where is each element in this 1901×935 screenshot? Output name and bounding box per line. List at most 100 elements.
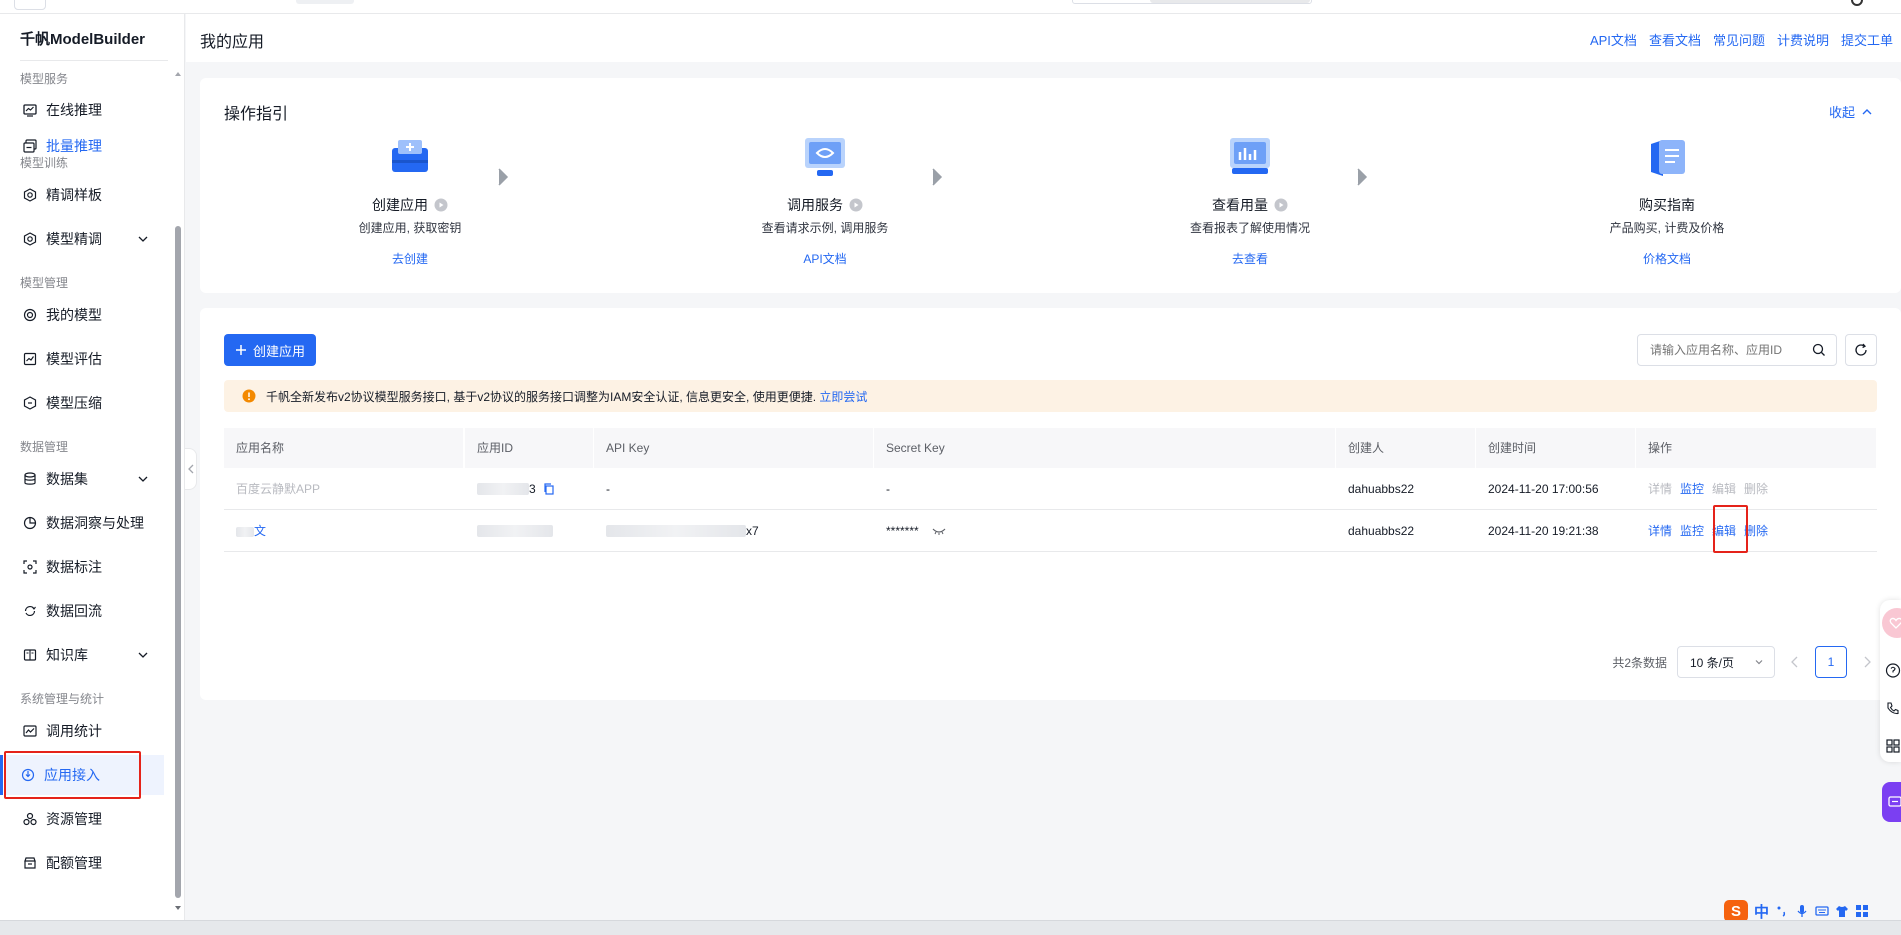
notice-text: 千帆全新发布v2协议模型服务接口, 基于v2协议的服务接口调整为IAM安全认证,… — [266, 389, 817, 404]
sidebar-item-label: 数据标注 — [46, 559, 102, 575]
compress-icon — [22, 395, 38, 411]
eye-closed-icon[interactable] — [932, 526, 946, 536]
api-doc-step-link[interactable]: API文档 — [705, 250, 945, 267]
sidebar-scrollbar[interactable] — [175, 226, 181, 898]
sidebar-item-resource-mgmt[interactable]: 资源管理 — [6, 799, 164, 839]
nav-group-data: 数据管理 — [20, 440, 69, 454]
chat-button[interactable] — [1882, 782, 1901, 822]
sidebar-item-my-models[interactable]: 我的模型 — [6, 295, 164, 335]
user-icon[interactable] — [1851, 0, 1863, 6]
batch-icon — [22, 138, 38, 154]
collapse-button[interactable]: 收起 — [1829, 102, 1873, 121]
pagination: 共2条数据 10 条/页 1 — [1612, 646, 1877, 678]
chevron-left-icon — [187, 464, 193, 474]
page-number-button[interactable]: 1 — [1815, 646, 1847, 678]
step-desc: 查看报表了解使用情况 — [1189, 221, 1310, 235]
shirt-icon[interactable] — [1835, 904, 1849, 918]
play-icon[interactable] — [434, 198, 448, 212]
monitor-button[interactable]: 监控 — [1680, 522, 1704, 539]
grid-icon[interactable] — [1884, 738, 1901, 755]
sidebar-item-model-finetune[interactable]: 模型精调 — [6, 219, 164, 259]
col-app-name: 应用名称 — [224, 428, 464, 468]
sidebar-item-data-label[interactable]: 数据标注 — [6, 547, 164, 587]
sidebar-item-online-infer[interactable]: 在线推理 — [6, 90, 164, 130]
top-tab[interactable] — [296, 0, 354, 4]
punctuation-icon[interactable] — [1775, 904, 1789, 918]
sidebar-item-app-access[interactable]: 应用接入 — [4, 755, 164, 795]
delete-button[interactable]: 删除 — [1744, 480, 1768, 497]
sidebar-item-label: 模型精调 — [46, 231, 102, 247]
scroll-down-icon[interactable] — [174, 904, 182, 912]
step-title: 购买指南 — [1639, 197, 1695, 213]
row-actions: 详情 监控 编辑 删除 — [1636, 480, 1877, 497]
sidebar-item-quota-mgmt[interactable]: 配额管理 — [6, 843, 164, 883]
sidebar-collapse-handle[interactable] — [185, 448, 197, 490]
sidebar-item-model-eval[interactable]: 模型评估 — [6, 339, 164, 379]
created-time: 2024-11-20 19:21:38 — [1488, 523, 1599, 538]
bottom-scrollbar[interactable] — [0, 920, 1901, 935]
sogou-logo-icon[interactable]: S — [1724, 900, 1748, 922]
try-now-link[interactable]: 立即尝试 — [819, 390, 867, 404]
view-doc-link[interactable]: 查看文档 — [1649, 30, 1701, 49]
app-search-input[interactable] — [1638, 335, 1798, 365]
step-desc: 产品购买, 计费及价格 — [1609, 221, 1725, 235]
sidebar-item-label: 知识库 — [46, 647, 88, 663]
microphone-icon[interactable] — [1795, 904, 1809, 918]
chevron-down-icon — [138, 476, 148, 482]
faq-link[interactable]: 常见问题 — [1713, 30, 1765, 49]
top-menu-button[interactable] — [14, 0, 46, 10]
sidebar-item-model-compress[interactable]: 模型压缩 — [6, 383, 164, 423]
sidebar-item-dataset[interactable]: 数据集 — [6, 459, 164, 499]
app-name-link[interactable]: 文 — [224, 522, 464, 539]
billing-link[interactable]: 计费说明 — [1777, 30, 1829, 49]
edit-button[interactable]: 编辑 — [1712, 480, 1736, 497]
refresh-button[interactable] — [1845, 334, 1877, 366]
masked-value — [236, 526, 254, 537]
top-bar — [0, 0, 1901, 14]
prev-page-button[interactable] — [1785, 646, 1805, 678]
go-view-link[interactable]: 去查看 — [1130, 250, 1370, 267]
copy-icon[interactable] — [543, 483, 555, 495]
sidebar-item-label: 配额管理 — [46, 855, 102, 871]
app-name: 文 — [254, 524, 267, 538]
create-app-button[interactable]: 创建应用 — [224, 334, 316, 366]
sidebar-item-call-stats[interactable]: 调用统计 — [6, 711, 164, 751]
next-page-button[interactable] — [1857, 646, 1877, 678]
sidebar-item-finetune-template[interactable]: 精调样板 — [6, 175, 164, 215]
ticket-link[interactable]: 提交工单 — [1841, 30, 1893, 49]
sidebar-item-label: 数据集 — [46, 471, 88, 487]
active-indicator — [0, 755, 3, 795]
play-icon[interactable] — [1274, 198, 1288, 212]
monitor-button[interactable]: 监控 — [1680, 480, 1704, 497]
creator: dahuabbs22 — [1348, 481, 1415, 496]
keyboard-icon[interactable] — [1815, 904, 1829, 918]
apps-icon[interactable] — [1855, 904, 1869, 918]
detail-button[interactable]: 详情 — [1648, 480, 1672, 497]
edit-button[interactable]: 编辑 — [1712, 522, 1736, 539]
monitor-chart-icon — [22, 102, 38, 118]
delete-button[interactable]: 删除 — [1744, 522, 1768, 539]
app-name: 百度云静默APP — [236, 482, 321, 496]
app-id-suffix: 3 — [529, 481, 536, 496]
ime-language[interactable]: 中 — [1754, 901, 1769, 922]
sidebar-item-data-insight[interactable]: 数据洞察与处理 — [6, 503, 164, 543]
help-icon[interactable] — [1884, 662, 1901, 679]
price-doc-link[interactable]: 价格文档 — [1547, 250, 1787, 267]
nav-group-training: 模型训练 — [20, 156, 69, 170]
sidebar-item-knowledge[interactable]: 知识库 — [6, 635, 164, 675]
heart-icon — [1889, 617, 1901, 629]
nav-group-service: 模型服务 — [20, 72, 69, 86]
divider — [20, 60, 168, 61]
sidebar-item-data-backflow[interactable]: 数据回流 — [6, 591, 164, 631]
phone-icon[interactable] — [1884, 700, 1901, 717]
play-icon[interactable] — [849, 198, 863, 212]
go-create-link[interactable]: 去创建 — [290, 250, 530, 267]
api-doc-link[interactable]: API文档 — [1590, 30, 1637, 49]
scroll-up-icon[interactable] — [174, 70, 182, 78]
page-header: 我的应用 API文档 查看文档 常见问题 计费说明 提交工单 — [186, 14, 1901, 62]
search-icon[interactable] — [1812, 343, 1826, 357]
secret-key: ******* — [874, 524, 1336, 538]
app-list-card: 创建应用 千帆全新发布v2协议模型服务接口, 基于v2协议的服务接口调整为IAM… — [200, 308, 1901, 700]
page-size-select[interactable]: 10 条/页 — [1677, 646, 1775, 678]
detail-button[interactable]: 详情 — [1648, 522, 1672, 539]
